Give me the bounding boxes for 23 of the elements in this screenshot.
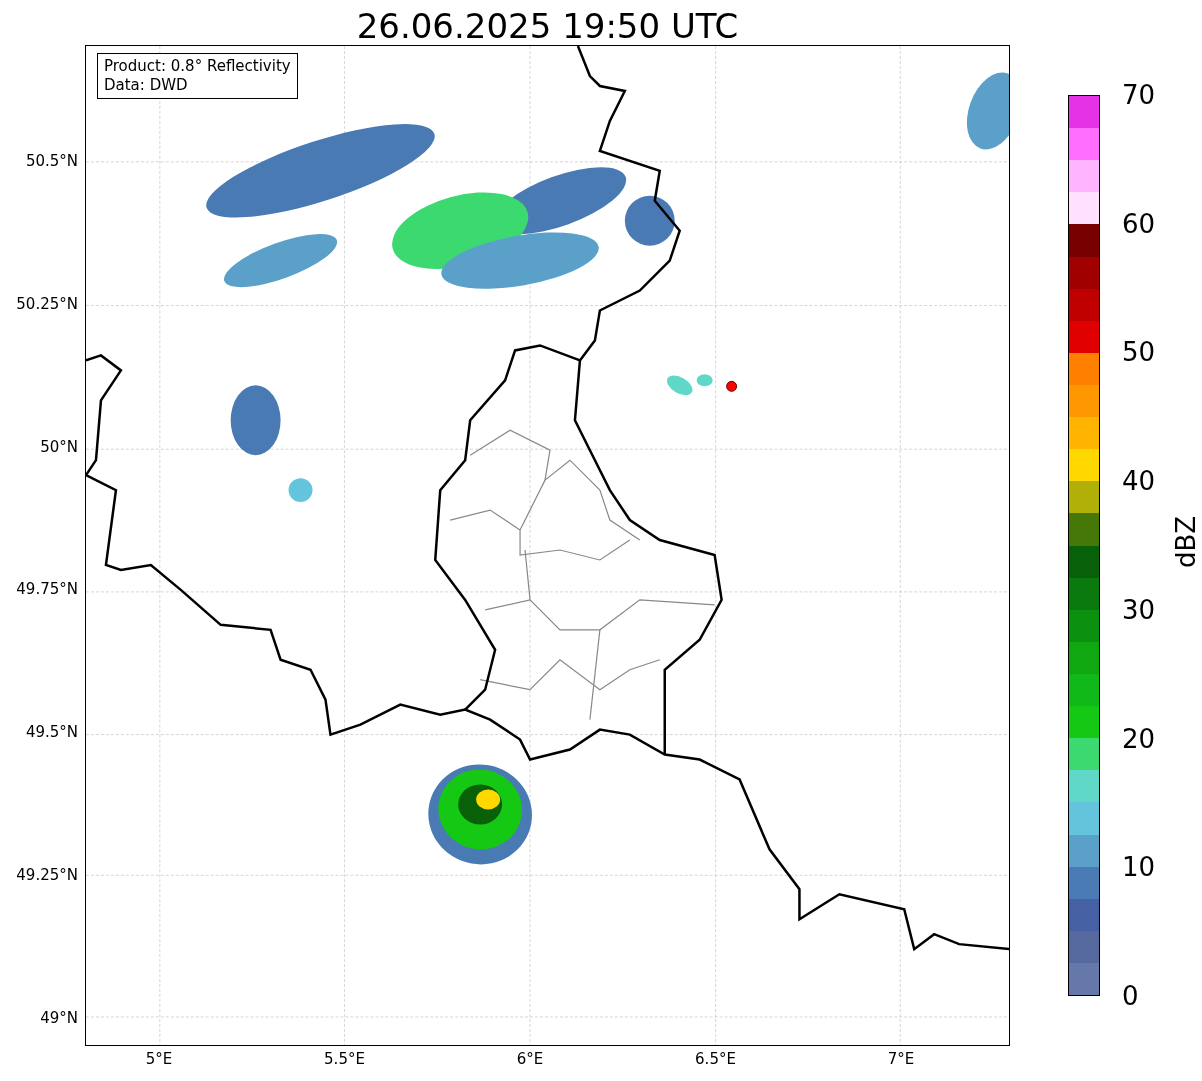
longitude-label: 6°E: [515, 1049, 545, 1069]
latitude-label: 50.25°N: [15, 293, 78, 314]
latitude-label: 50°N: [39, 436, 78, 457]
colorbar-tick-label: 10: [1122, 852, 1156, 883]
latitude-label: 49.25°N: [15, 865, 78, 885]
info-box: Product: 0.8° Reflectivity Data: DWD: [97, 53, 298, 99]
colorbar-tick-label: 40: [1122, 466, 1156, 497]
latitude-label: 49.5°N: [24, 722, 78, 743]
longitude-label: 5.5°E: [323, 1049, 366, 1069]
colorbar-tick-label: 50: [1122, 337, 1156, 368]
longitude-label: 5°E: [144, 1049, 174, 1069]
colorbar-tick-label: 30: [1122, 594, 1156, 625]
colorbar-label: dBZ: [1170, 515, 1202, 569]
latitude-label: 49.75°N: [15, 579, 78, 600]
longitude-label: 6.5°E: [694, 1049, 737, 1069]
latitude-label: 50.5°N: [24, 151, 78, 171]
colorbar-tick-label: 20: [1122, 723, 1156, 754]
chart-title: 26.06.2025 19:50 UTC: [355, 5, 740, 48]
longitude-label: 7°E: [886, 1049, 916, 1069]
colorbar-tick-label: 0: [1122, 981, 1139, 1011]
colorbar-tick-label: 60: [1122, 208, 1156, 239]
latitude-label: 49°N: [39, 1007, 78, 1028]
colorbar-tick-label: 70: [1122, 80, 1156, 110]
